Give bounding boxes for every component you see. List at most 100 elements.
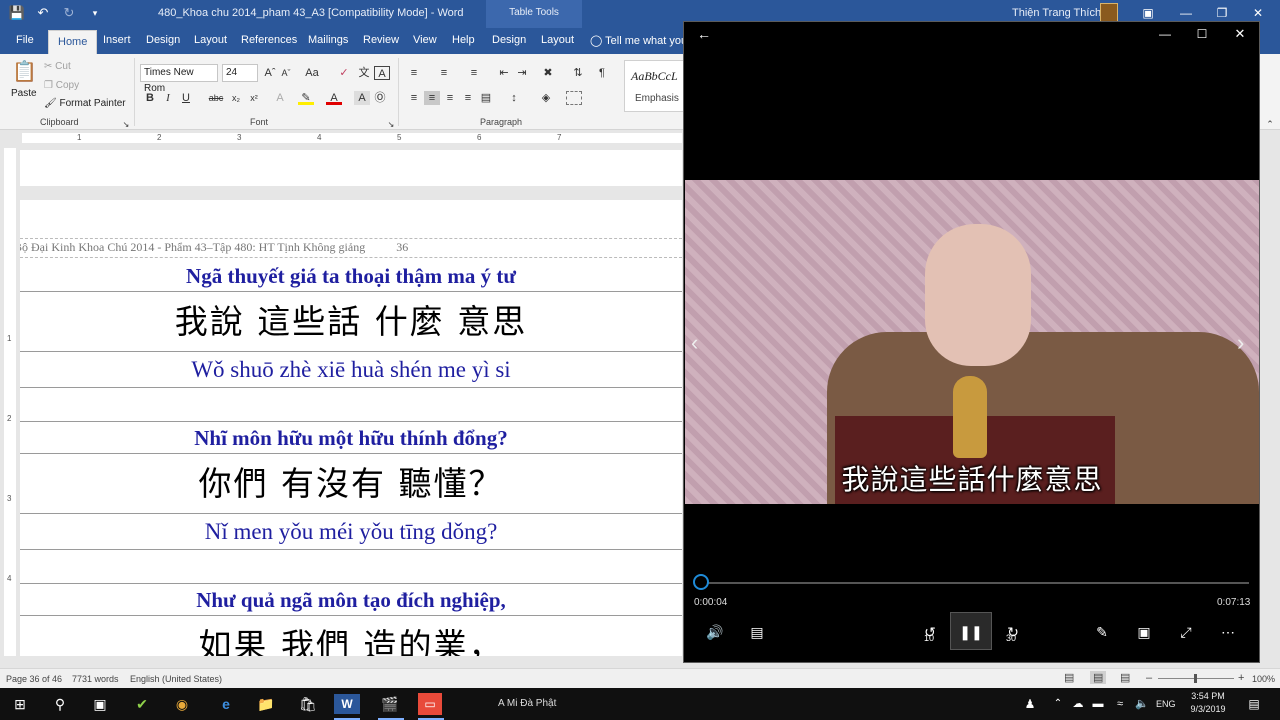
tab-references[interactable]: References bbox=[241, 34, 297, 46]
tab-insert[interactable]: Insert bbox=[103, 34, 131, 46]
table-row-blank[interactable] bbox=[20, 550, 682, 584]
zoom-slider-thumb[interactable] bbox=[1194, 674, 1197, 683]
decrease-indent-icon[interactable]: ⇤ bbox=[496, 66, 512, 80]
word-count[interactable]: 7731 words bbox=[72, 674, 119, 684]
task-view-icon[interactable]: ▣ bbox=[86, 692, 114, 716]
table-row-viet[interactable]: Như quả ngã môn tạo đích nghiệp, bbox=[20, 584, 682, 616]
tab-help[interactable]: Help bbox=[452, 34, 475, 46]
font-name-combo[interactable]: Times New Rom bbox=[140, 64, 218, 94]
red-app-icon[interactable]: ▭ bbox=[418, 693, 442, 715]
subscript-icon[interactable]: x₂ bbox=[228, 91, 244, 105]
strikethrough-icon[interactable]: abc bbox=[208, 91, 224, 105]
style-gallery-item[interactable]: AaBbCcL Emphasis bbox=[624, 60, 684, 112]
edit-pencil-icon[interactable]: ✎ bbox=[1089, 620, 1115, 644]
character-border-icon[interactable]: A bbox=[374, 66, 390, 80]
ribbon-display-options-icon[interactable]: ▣ bbox=[1138, 4, 1158, 22]
skip-back-button[interactable]: ↺ 10 bbox=[917, 620, 943, 644]
clear-formatting-icon[interactable]: ✓ bbox=[336, 66, 352, 80]
underline-icon[interactable]: U bbox=[178, 91, 194, 105]
volume-icon[interactable]: 🔊 bbox=[702, 620, 728, 644]
action-center-icon[interactable]: ▤ bbox=[1240, 692, 1268, 716]
player-minimize-icon[interactable]: — bbox=[1154, 23, 1176, 45]
fullscreen-icon[interactable]: ⤢ bbox=[1173, 620, 1199, 644]
search-icon[interactable]: ⚲ bbox=[46, 692, 74, 716]
skip-forward-button[interactable]: ↻ 30 bbox=[1000, 620, 1026, 644]
minimize-icon[interactable]: — bbox=[1176, 4, 1196, 22]
table-row-viet[interactable]: Nhĩ môn hữu một hữu thính đổng? bbox=[20, 422, 682, 454]
shrink-font-icon[interactable]: Aˇ bbox=[278, 66, 294, 80]
borders-icon[interactable] bbox=[566, 91, 582, 105]
clock[interactable]: 3:54 PM 9/3/2019 bbox=[1188, 691, 1228, 714]
file-explorer-icon[interactable]: 📁 bbox=[252, 692, 280, 716]
save-icon[interactable]: 💾 bbox=[8, 4, 26, 22]
web-layout-icon[interactable]: ▤ bbox=[1120, 671, 1130, 684]
undo-icon[interactable]: ↶ bbox=[34, 4, 52, 22]
speaker-icon[interactable]: 🔈 bbox=[1128, 692, 1156, 716]
captions-icon[interactable]: ▤ bbox=[744, 620, 770, 644]
bullets-icon[interactable]: ≡ bbox=[406, 66, 422, 80]
sort-icon[interactable]: ⇅ bbox=[570, 66, 586, 80]
mini-view-icon[interactable]: ▣ bbox=[1131, 620, 1157, 644]
user-name[interactable]: Thiện Trang Thích bbox=[1012, 7, 1101, 19]
word-app-icon[interactable]: W bbox=[334, 694, 360, 714]
redo-icon[interactable]: ↻ bbox=[60, 4, 78, 22]
print-layout-icon[interactable]: ▤ bbox=[1090, 671, 1107, 684]
edge-icon[interactable]: e bbox=[212, 692, 240, 716]
table-row-blank[interactable] bbox=[20, 388, 682, 422]
previous-video-icon[interactable]: ‹ bbox=[691, 330, 698, 356]
tab-home[interactable]: Home bbox=[48, 30, 98, 54]
text-effects-icon[interactable]: A bbox=[272, 91, 288, 105]
table-row-viet[interactable]: Ngã thuyết giá ta thoại thậm ma ý tư bbox=[20, 260, 682, 292]
align-left-icon[interactable]: ≡ bbox=[406, 91, 422, 105]
tell-me-search[interactable]: ◯ Tell me what you bbox=[590, 34, 687, 47]
cut-button[interactable]: ✂ Cut bbox=[44, 61, 71, 72]
seek-bar[interactable] bbox=[692, 574, 1249, 590]
tab-view[interactable]: View bbox=[413, 34, 437, 46]
vertical-ruler[interactable]: 1 2 3 4 bbox=[4, 148, 16, 656]
next-video-icon[interactable]: › bbox=[1237, 330, 1244, 356]
asian-layout-icon[interactable]: ✖ bbox=[540, 66, 556, 80]
customize-qat-icon[interactable]: ▾ bbox=[86, 4, 104, 22]
tab-file[interactable]: File bbox=[16, 34, 34, 46]
table-row-pinyin[interactable]: Wǒ shuō zhè xiē huà shén me yì si bbox=[20, 352, 682, 388]
close-icon[interactable]: ✕ bbox=[1248, 4, 1268, 22]
phonetic-guide-icon[interactable]: 文 bbox=[356, 66, 372, 80]
change-case-icon[interactable]: Aa bbox=[304, 66, 320, 80]
read-mode-icon[interactable]: ▤ bbox=[1064, 671, 1074, 684]
zoom-level[interactable]: 100% bbox=[1252, 674, 1275, 684]
paste-button[interactable]: Paste bbox=[11, 88, 37, 99]
justify-icon[interactable]: ≡ bbox=[460, 91, 476, 105]
proofing-language[interactable]: English (United States) bbox=[130, 674, 222, 684]
tab-layout[interactable]: Layout bbox=[194, 34, 227, 46]
paste-icon[interactable]: 📋 bbox=[12, 60, 37, 84]
tab-mailings[interactable]: Mailings bbox=[308, 34, 348, 46]
collapse-ribbon-icon[interactable]: ⌃ bbox=[1262, 117, 1278, 131]
superscript-icon[interactable]: x² bbox=[246, 91, 262, 105]
video-player-window[interactable]: ← — ☐ ✕ ‹ › 我說這些話什麼意思 0:00:04 0:07:13 🔊 … bbox=[683, 21, 1260, 663]
back-arrow-icon[interactable]: ← bbox=[693, 23, 715, 45]
video-frame[interactable]: ‹ › 我說這些話什麼意思 bbox=[685, 180, 1259, 504]
table-row-cjk[interactable]: 你們 有沒有 聽懂？ bbox=[20, 454, 682, 514]
font-color-icon[interactable]: A bbox=[326, 91, 342, 105]
table-row-pinyin[interactable]: Nǐ men yǒu méi yǒu tīng dǒng? bbox=[20, 514, 682, 550]
player-maximize-icon[interactable]: ☐ bbox=[1191, 23, 1213, 45]
font-size-combo[interactable]: 24 bbox=[222, 64, 258, 82]
enclose-characters-icon[interactable]: Ⓞ bbox=[372, 91, 388, 105]
player-close-icon[interactable]: ✕ bbox=[1229, 23, 1251, 45]
copy-button[interactable]: ❐ Copy bbox=[44, 80, 79, 91]
highlight-icon[interactable]: ✎ bbox=[298, 91, 314, 105]
italic-icon[interactable]: I bbox=[160, 91, 176, 105]
character-shading-icon[interactable]: A bbox=[354, 91, 370, 105]
tab-table-layout[interactable]: Layout bbox=[541, 34, 574, 46]
table-row-cjk[interactable]: 我說 這些話 什麼 意思 bbox=[20, 292, 682, 352]
pause-button[interactable]: ❚❚ bbox=[950, 612, 992, 650]
seek-thumb[interactable] bbox=[692, 574, 709, 590]
more-options-icon[interactable]: ⋯ bbox=[1215, 620, 1241, 644]
checkmark-app-icon[interactable]: ✔ bbox=[128, 692, 156, 716]
document-page[interactable]: Bộ Đại Kinh Khoa Chú 2014 - Phẩm 43–Tập … bbox=[20, 200, 682, 656]
running-window-label[interactable]: A Mi Đà Phật bbox=[498, 698, 556, 709]
table-row-cjk[interactable]: 如果 我們 造的業， bbox=[20, 616, 682, 656]
numbering-icon[interactable]: ≡ bbox=[436, 66, 452, 80]
zoom-in-icon[interactable]: + bbox=[1238, 672, 1244, 684]
multilevel-list-icon[interactable]: ≡ bbox=[466, 66, 482, 80]
